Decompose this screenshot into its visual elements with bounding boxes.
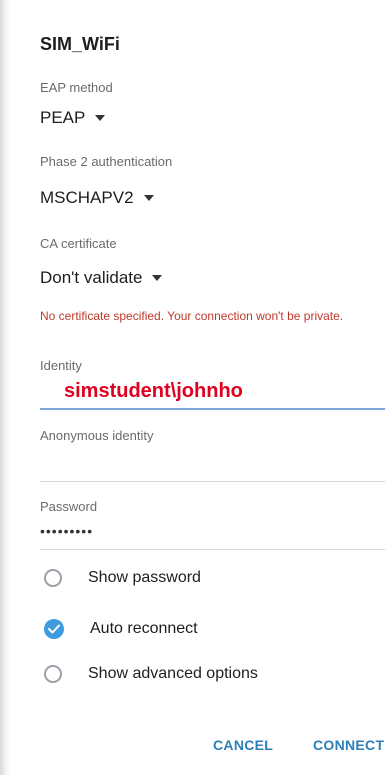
ca-certificate-label: CA certificate bbox=[40, 236, 117, 251]
dialog-edge-shadow bbox=[0, 0, 10, 775]
ca-certificate-dropdown[interactable]: Don't validate bbox=[40, 268, 163, 288]
identity-input[interactable]: simstudent\johnho bbox=[64, 380, 243, 403]
phase2-value: MSCHAPV2 bbox=[40, 188, 134, 207]
password-input[interactable]: ••••••••• bbox=[40, 523, 93, 539]
identity-label: Identity bbox=[40, 358, 82, 373]
dropdown-arrow-icon bbox=[143, 195, 154, 201]
eap-method-dropdown[interactable]: PEAP bbox=[40, 108, 106, 128]
show-password-radio[interactable] bbox=[44, 569, 62, 587]
show-password-option[interactable]: Show password bbox=[44, 569, 201, 587]
password-label: Password bbox=[40, 499, 98, 514]
connect-button[interactable]: CONNECT bbox=[313, 737, 384, 753]
dropdown-arrow-icon bbox=[95, 115, 106, 121]
auto-reconnect-label: Auto reconnect bbox=[90, 620, 198, 637]
wifi-dialog: SIM_WiFi EAP method PEAP Phase 2 authent… bbox=[0, 0, 392, 775]
checkmark-icon bbox=[48, 624, 60, 634]
anonymous-identity-label: Anonymous identity bbox=[40, 428, 154, 443]
identity-underline bbox=[40, 408, 385, 410]
auto-reconnect-option[interactable]: Auto reconnect bbox=[44, 619, 198, 639]
auto-reconnect-check[interactable] bbox=[44, 619, 64, 639]
eap-method-value: PEAP bbox=[40, 108, 86, 127]
certificate-warning: No certificate specified. Your connectio… bbox=[40, 309, 344, 323]
dialog-title: SIM_WiFi bbox=[40, 34, 120, 54]
eap-method-label: EAP method bbox=[40, 80, 113, 95]
anonymous-identity-underline bbox=[40, 481, 385, 482]
show-advanced-label: Show advanced options bbox=[88, 665, 258, 682]
show-password-label: Show password bbox=[88, 569, 201, 586]
phase2-label: Phase 2 authentication bbox=[40, 154, 173, 169]
phase2-dropdown[interactable]: MSCHAPV2 bbox=[40, 188, 154, 208]
password-underline bbox=[40, 549, 385, 550]
anonymous-identity-input[interactable] bbox=[40, 450, 385, 480]
show-advanced-option[interactable]: Show advanced options bbox=[44, 665, 258, 683]
ca-certificate-value: Don't validate bbox=[40, 268, 143, 287]
show-advanced-radio[interactable] bbox=[44, 665, 62, 683]
cancel-button[interactable]: CANCEL bbox=[213, 737, 273, 753]
dropdown-arrow-icon bbox=[152, 275, 163, 281]
